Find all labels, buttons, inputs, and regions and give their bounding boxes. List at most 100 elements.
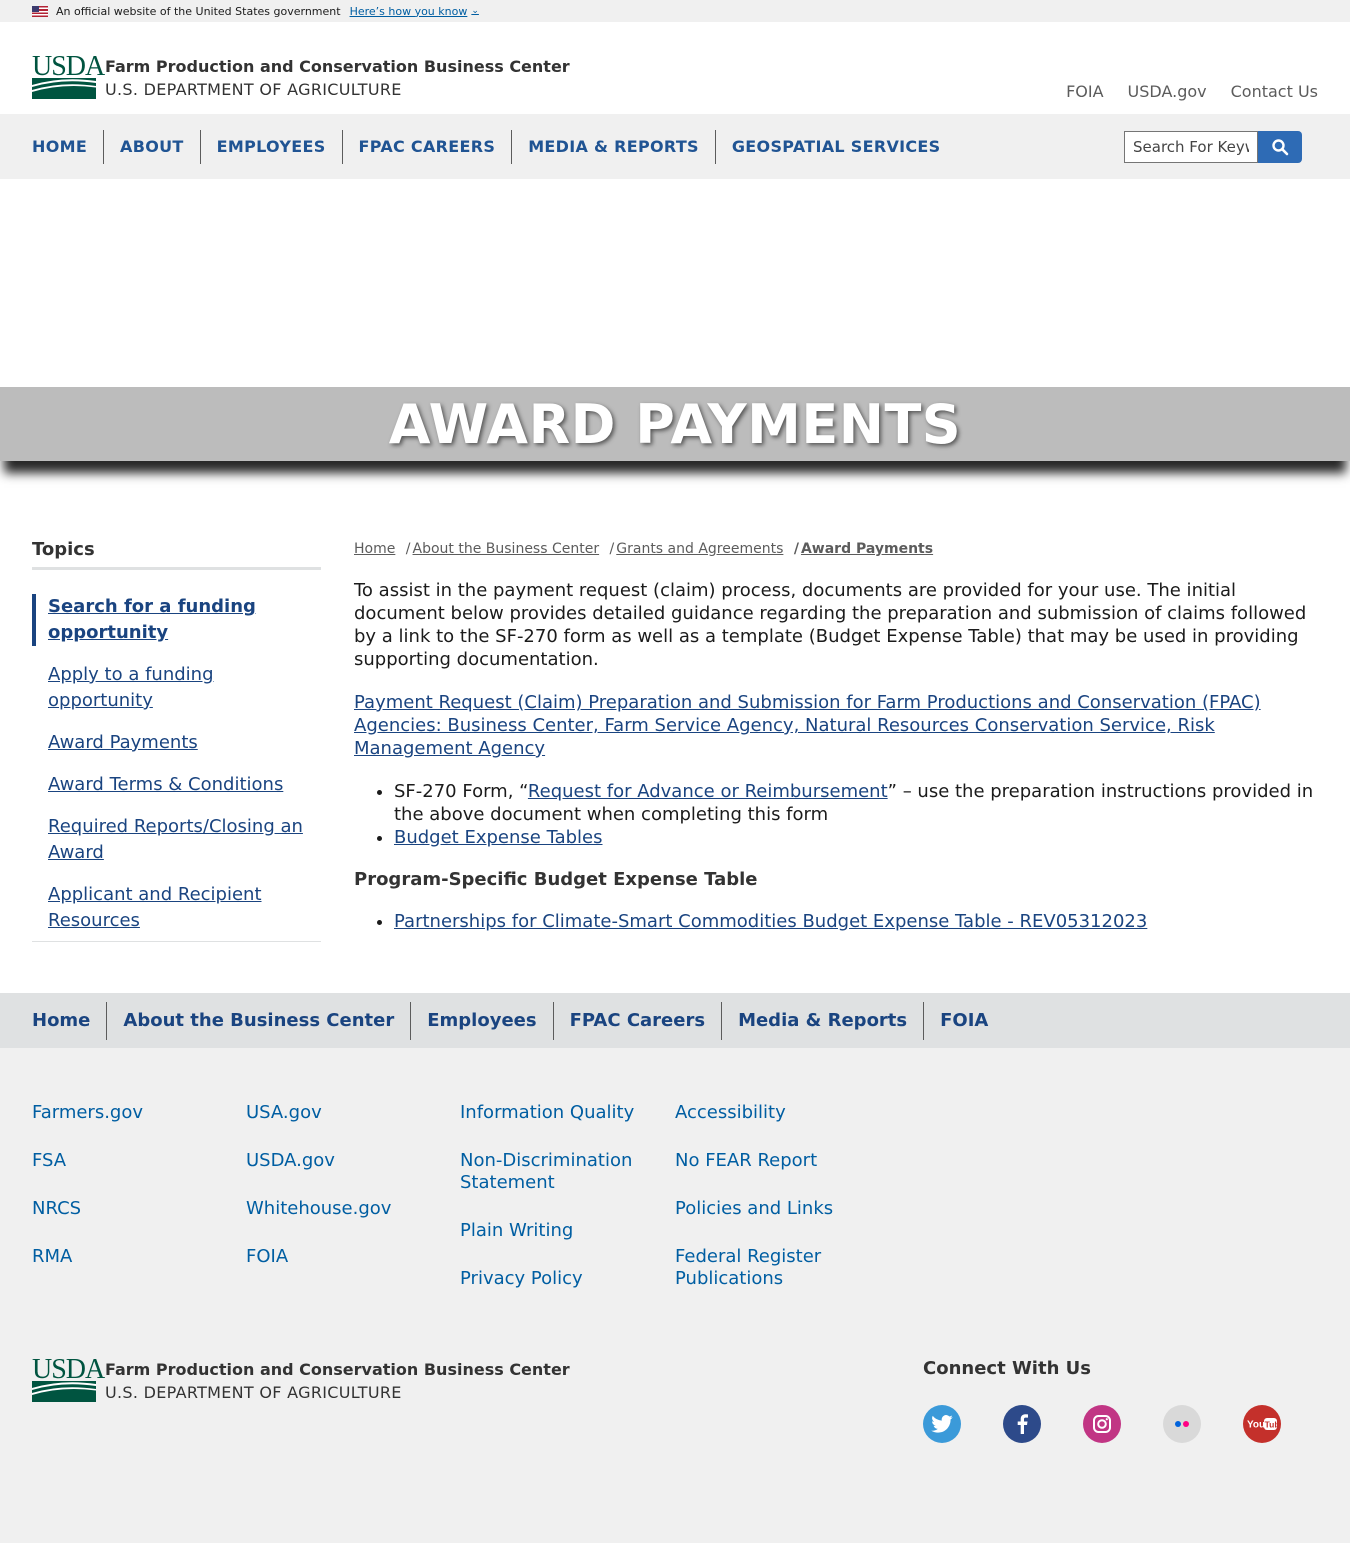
main-content: Home / About the Business Center / Grants … [354,541,1314,933]
breadcrumb-separator: / [609,541,615,557]
search-button[interactable] [1258,131,1302,163]
sidebar-item-applicant-resources: Applicant and Recipient Resources [32,882,321,934]
program-budget-heading: Program-Specific Budget Expense Table [354,869,758,890]
footer-link[interactable]: Plain Writing [460,1220,660,1242]
heres-how-you-know-label: Here’s how you know [349,4,468,18]
usda-logo-text: USDA [32,51,105,82]
sf270-form-link[interactable]: Request for Advance or Reimbursement [528,781,888,802]
footer-bottom: USDA Farm Production and Conservation Bu… [0,1354,1350,1543]
footer-link[interactable]: USA.gov [246,1102,436,1124]
search-icon [1272,139,1289,156]
payment-request-guidance-link[interactable]: Payment Request (Claim) Preparation and … [354,691,1314,760]
breadcrumb-current: Award Payments [800,541,934,557]
breadcrumb-separator: / [405,541,411,557]
footer-link[interactable]: Farmers.gov [32,1102,222,1124]
footer-link[interactable]: Policies and Links [675,1198,875,1220]
youtube-icon[interactable]: YouTube [1243,1405,1281,1443]
footer-link[interactable]: NRCS [32,1198,222,1220]
site-logo[interactable]: USDA Farm Production and Conservation Bu… [32,51,570,101]
footer-link[interactable]: Non-Discrimination Statement [460,1150,660,1194]
breadcrumb: Home / About the Business Center / Grants … [354,541,1314,557]
content-area: Topics Search for a funding opportunity … [0,461,1350,993]
sidebar-divider [32,567,321,570]
sidebar-link[interactable]: Award Terms & Conditions [48,774,283,795]
instagram-icon[interactable] [1083,1405,1121,1443]
search-input[interactable] [1124,131,1258,163]
footer-link[interactable]: FOIA [246,1246,436,1268]
sidebar-link[interactable]: Apply to a funding opportunity [48,664,214,711]
footer-link[interactable]: Accessibility [675,1102,875,1124]
breadcrumb-about[interactable]: About the Business Center [413,541,600,557]
sidebar-link[interactable]: Applicant and Recipient Resources [48,884,262,931]
gov-banner: An official website of the United States… [0,0,1350,22]
sidebar-link[interactable]: Search for a funding opportunity [48,596,256,643]
sidebar-link[interactable]: Required Reports/Closing an Award [48,816,303,863]
breadcrumb-separator: / [793,541,799,557]
twitter-icon[interactable] [923,1405,961,1443]
connect-with-us: Connect With Us YouTube [923,1358,1281,1443]
breadcrumb-home[interactable]: Home [354,541,395,557]
sidebar-link[interactable]: Award Payments [48,732,198,753]
connect-heading: Connect With Us [923,1358,1091,1379]
footer-col-gov: USA.gov USDA.gov Whitehouse.gov FOIA [246,1102,436,1294]
chevron-down-icon: ⌄ [471,6,479,16]
list-item: Budget Expense Tables [394,826,1314,849]
nav-item-fpac-careers[interactable]: FPAC CAREERS [341,129,512,164]
footer-nav: Home About the Business Center Employees… [0,993,1350,1048]
footer-col-accessibility: Accessibility No FEAR Report Policies an… [675,1102,875,1316]
footer-nav-employees[interactable]: Employees [410,1001,552,1040]
footer-link[interactable]: Information Quality [460,1102,660,1124]
sidebar: Topics Search for a funding opportunity … [32,539,321,950]
footer-dept-name: U.S. DEPARTMENT OF AGRICULTURE [105,1383,402,1402]
sidebar-list: Search for a funding opportunity Apply t… [32,594,321,934]
nav-item-home[interactable]: HOME [32,130,103,164]
sidebar-bottom-divider [32,941,321,942]
footer-link[interactable]: Privacy Policy [460,1268,660,1290]
list-item: Partnerships for Climate-Smart Commoditi… [394,910,1314,933]
nav-item-about[interactable]: ABOUT [103,129,200,164]
heres-how-you-know-link[interactable]: Here’s how you know ⌄ [350,5,479,18]
flickr-icon[interactable] [1163,1405,1201,1443]
sidebar-item-required-reports: Required Reports/Closing an Award [32,814,321,866]
footer-link[interactable]: No FEAR Report [675,1150,875,1172]
list-item: SF-270 Form, “Request for Advance or Rei… [394,780,1314,826]
footer-nav-media-reports[interactable]: Media & Reports [721,1001,923,1040]
footer-col-policies: Information Quality Non-Discrimination S… [460,1102,660,1316]
footer-link[interactable]: USDA.gov [246,1150,436,1172]
program-budget-list: Partnerships for Climate-Smart Commoditi… [394,910,1314,933]
utility-links: FOIA USDA.gov Contact Us [1066,82,1318,101]
nav-item-employees[interactable]: EMPLOYEES [199,129,342,164]
sidebar-item-apply-funding: Apply to a funding opportunity [32,662,321,714]
footer-logo[interactable]: USDA Farm Production and Conservation Bu… [32,1354,570,1404]
facebook-icon[interactable] [1003,1405,1041,1443]
hero-image-area [0,179,1350,387]
sidebar-heading: Topics [32,539,95,560]
page-title: AWARD PAYMENTS [388,392,962,456]
nav-item-geospatial-services[interactable]: GEOSPATIAL SERVICES [714,129,957,164]
dept-name: U.S. DEPARTMENT OF AGRICULTURE [105,80,402,99]
nav-item-media-reports[interactable]: MEDIA & REPORTS [511,129,715,164]
footer-links: Farmers.gov FSA NRCS RMA USA.gov USDA.go… [0,1048,1350,1358]
util-link-contact-us[interactable]: Contact Us [1231,82,1318,101]
climate-smart-budget-table-link[interactable]: Partnerships for Climate-Smart Commoditi… [394,911,1147,932]
util-link-usda-gov[interactable]: USDA.gov [1128,82,1207,101]
util-link-foia[interactable]: FOIA [1066,82,1103,101]
footer-nav-about[interactable]: About the Business Center [106,1001,410,1040]
breadcrumb-grants[interactable]: Grants and Agreements [616,541,783,557]
sidebar-item-award-payments: Award Payments [32,730,321,756]
footer-nav-foia[interactable]: FOIA [923,1001,1004,1040]
footer-link[interactable]: Federal Register Publications [675,1246,875,1290]
footer-org-name: Farm Production and Conservation Busines… [105,1360,570,1379]
site-header: USDA Farm Production and Conservation Bu… [0,22,1350,114]
footer-nav-home[interactable]: Home [32,1002,106,1040]
footer-link[interactable]: RMA [32,1246,222,1268]
org-name: Farm Production and Conservation Busines… [105,57,570,76]
svg-text:Tube: Tube [1265,1420,1277,1430]
footer-link[interactable]: Whitehouse.gov [246,1198,436,1220]
forms-list: SF-270 Form, “Request for Advance or Rei… [394,780,1314,849]
footer-link[interactable]: FSA [32,1150,222,1172]
site-search [1124,131,1302,163]
footer-nav-fpac-careers[interactable]: FPAC Careers [552,1001,721,1040]
budget-expense-tables-link[interactable]: Budget Expense Tables [394,827,603,848]
usda-logo-text: USDA [32,1354,105,1385]
